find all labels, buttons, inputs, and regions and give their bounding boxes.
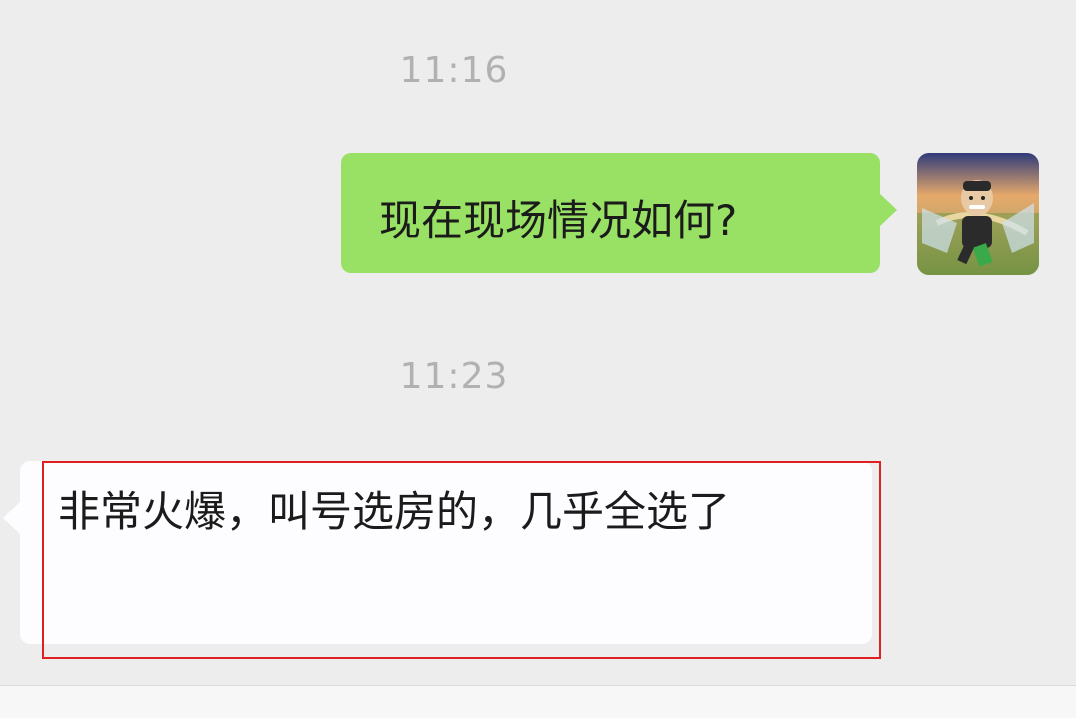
timestamp: 11:16 <box>399 50 509 91</box>
avatar-image <box>917 153 1039 275</box>
timestamp: 11:23 <box>399 356 509 397</box>
chat-area: 11:16 现在现场情况如何? 11:23 非常火爆，叫号选房的，几乎全选了 <box>0 0 1076 685</box>
outgoing-message-bubble[interactable]: 现在现场情况如何? <box>341 153 897 273</box>
incoming-message-bubble[interactable]: 非常火爆，叫号选房的，几乎全选了 <box>3 461 872 644</box>
input-bar[interactable] <box>0 685 1076 718</box>
user-avatar-icon[interactable] <box>917 153 1039 275</box>
